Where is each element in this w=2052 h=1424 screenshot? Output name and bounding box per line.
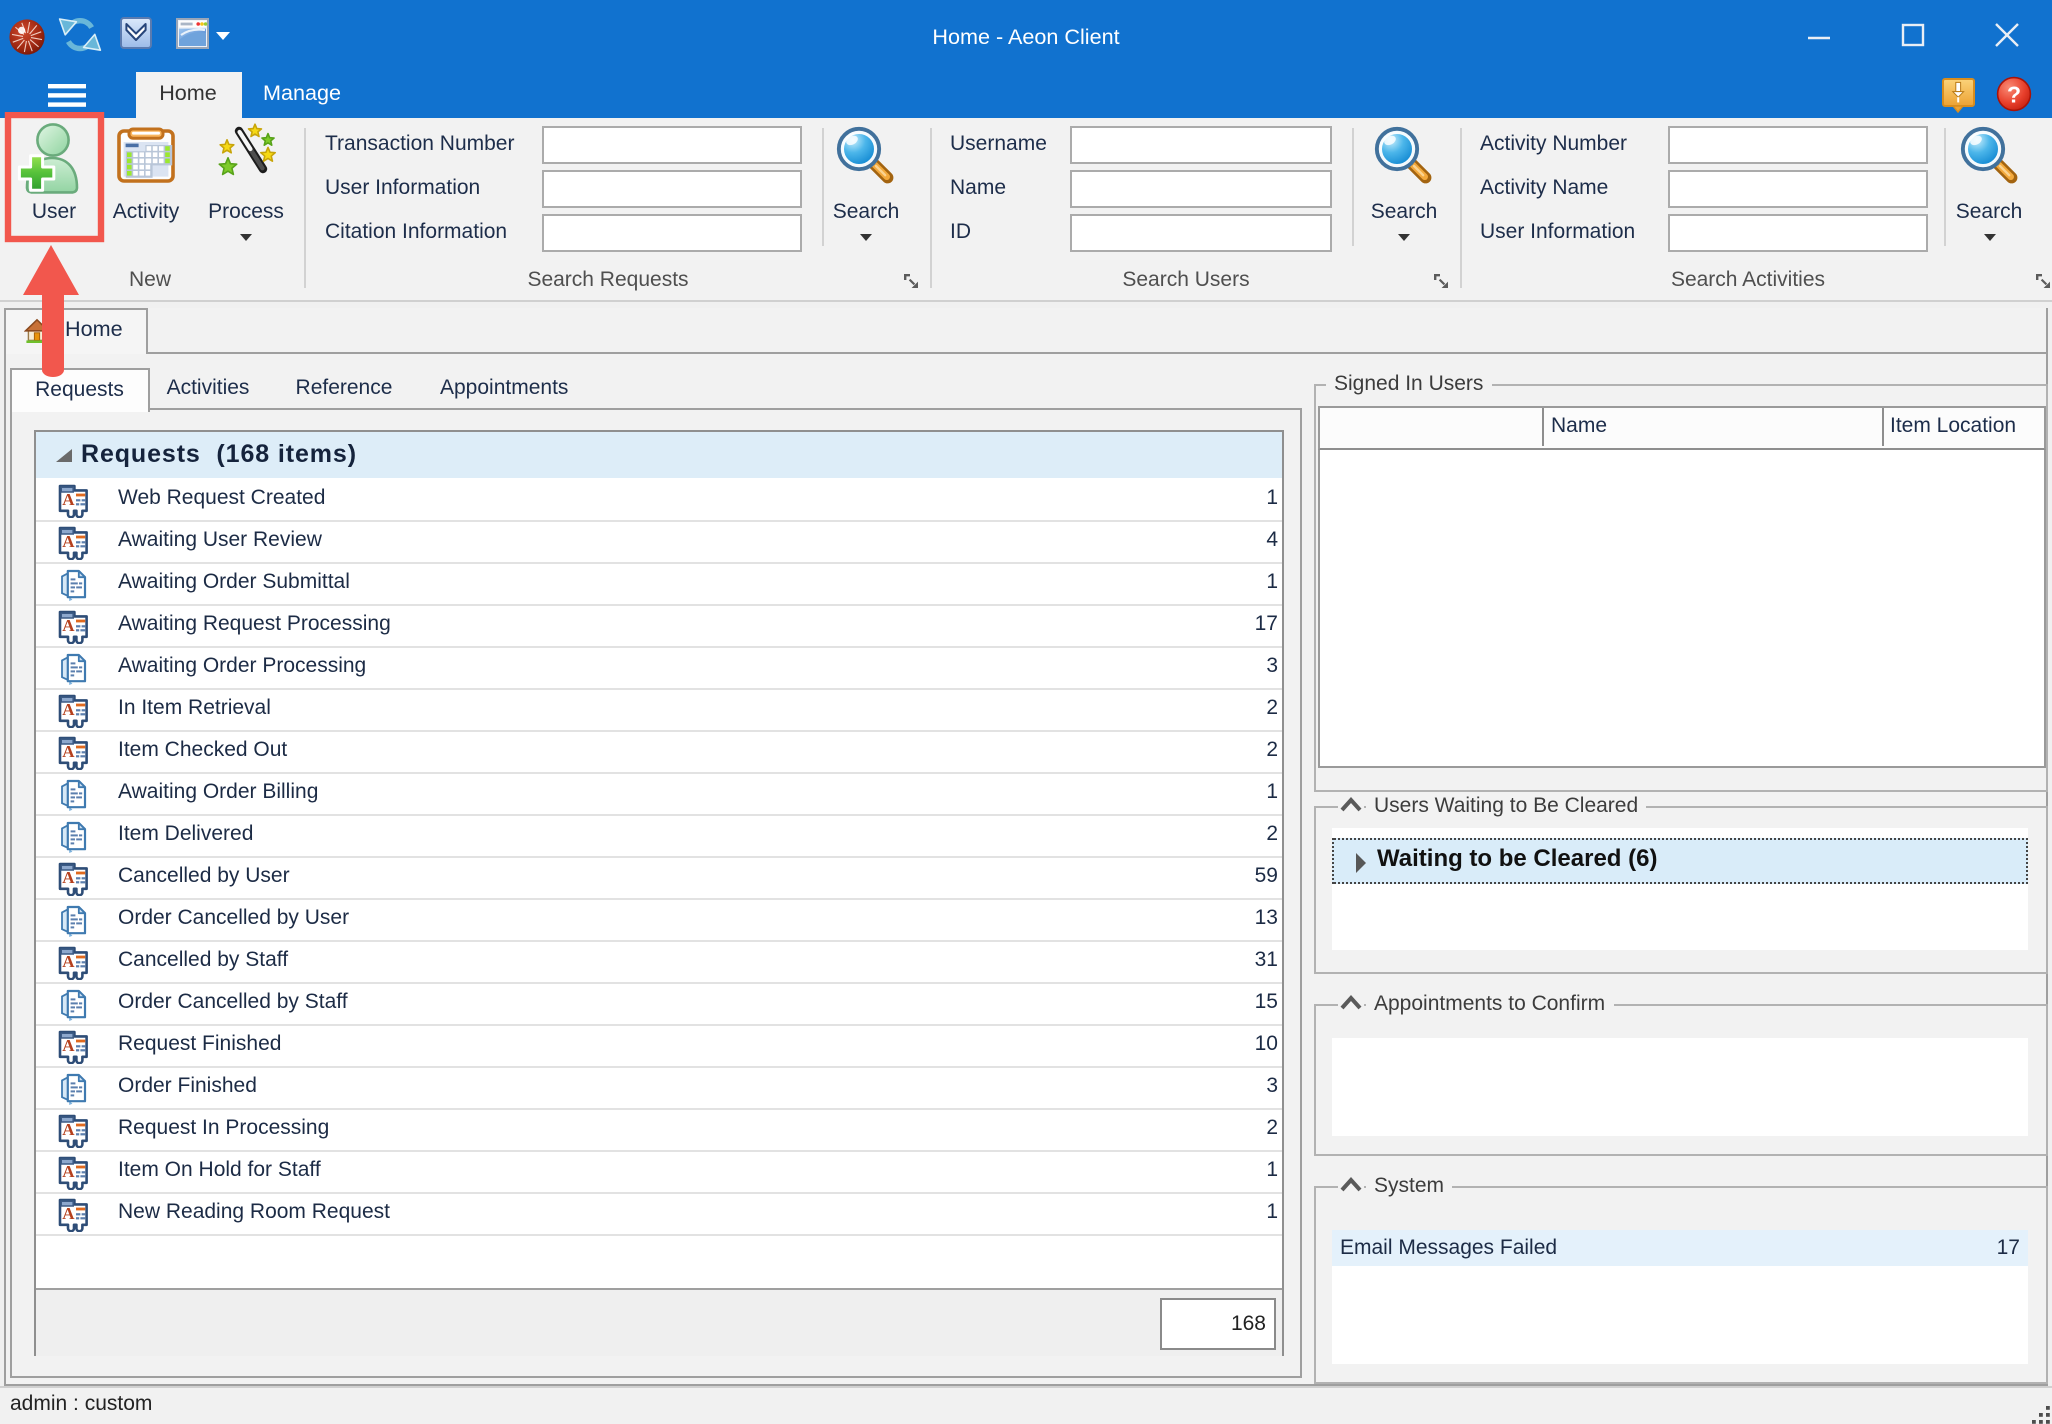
svg-text:A: A [61, 1120, 74, 1139]
svg-text:A: A [61, 1204, 74, 1223]
svg-text:A: A [61, 868, 74, 887]
svg-text:A: A [61, 1162, 74, 1181]
svg-text:A: A [61, 700, 74, 719]
svg-text:A: A [61, 616, 74, 635]
svg-text:?: ? [2007, 81, 2021, 107]
svg-text:A: A [61, 532, 74, 551]
svg-text:A: A [61, 1036, 74, 1055]
svg-text:A: A [61, 490, 74, 509]
svg-text:A: A [61, 742, 74, 761]
svg-text:A: A [61, 952, 74, 971]
